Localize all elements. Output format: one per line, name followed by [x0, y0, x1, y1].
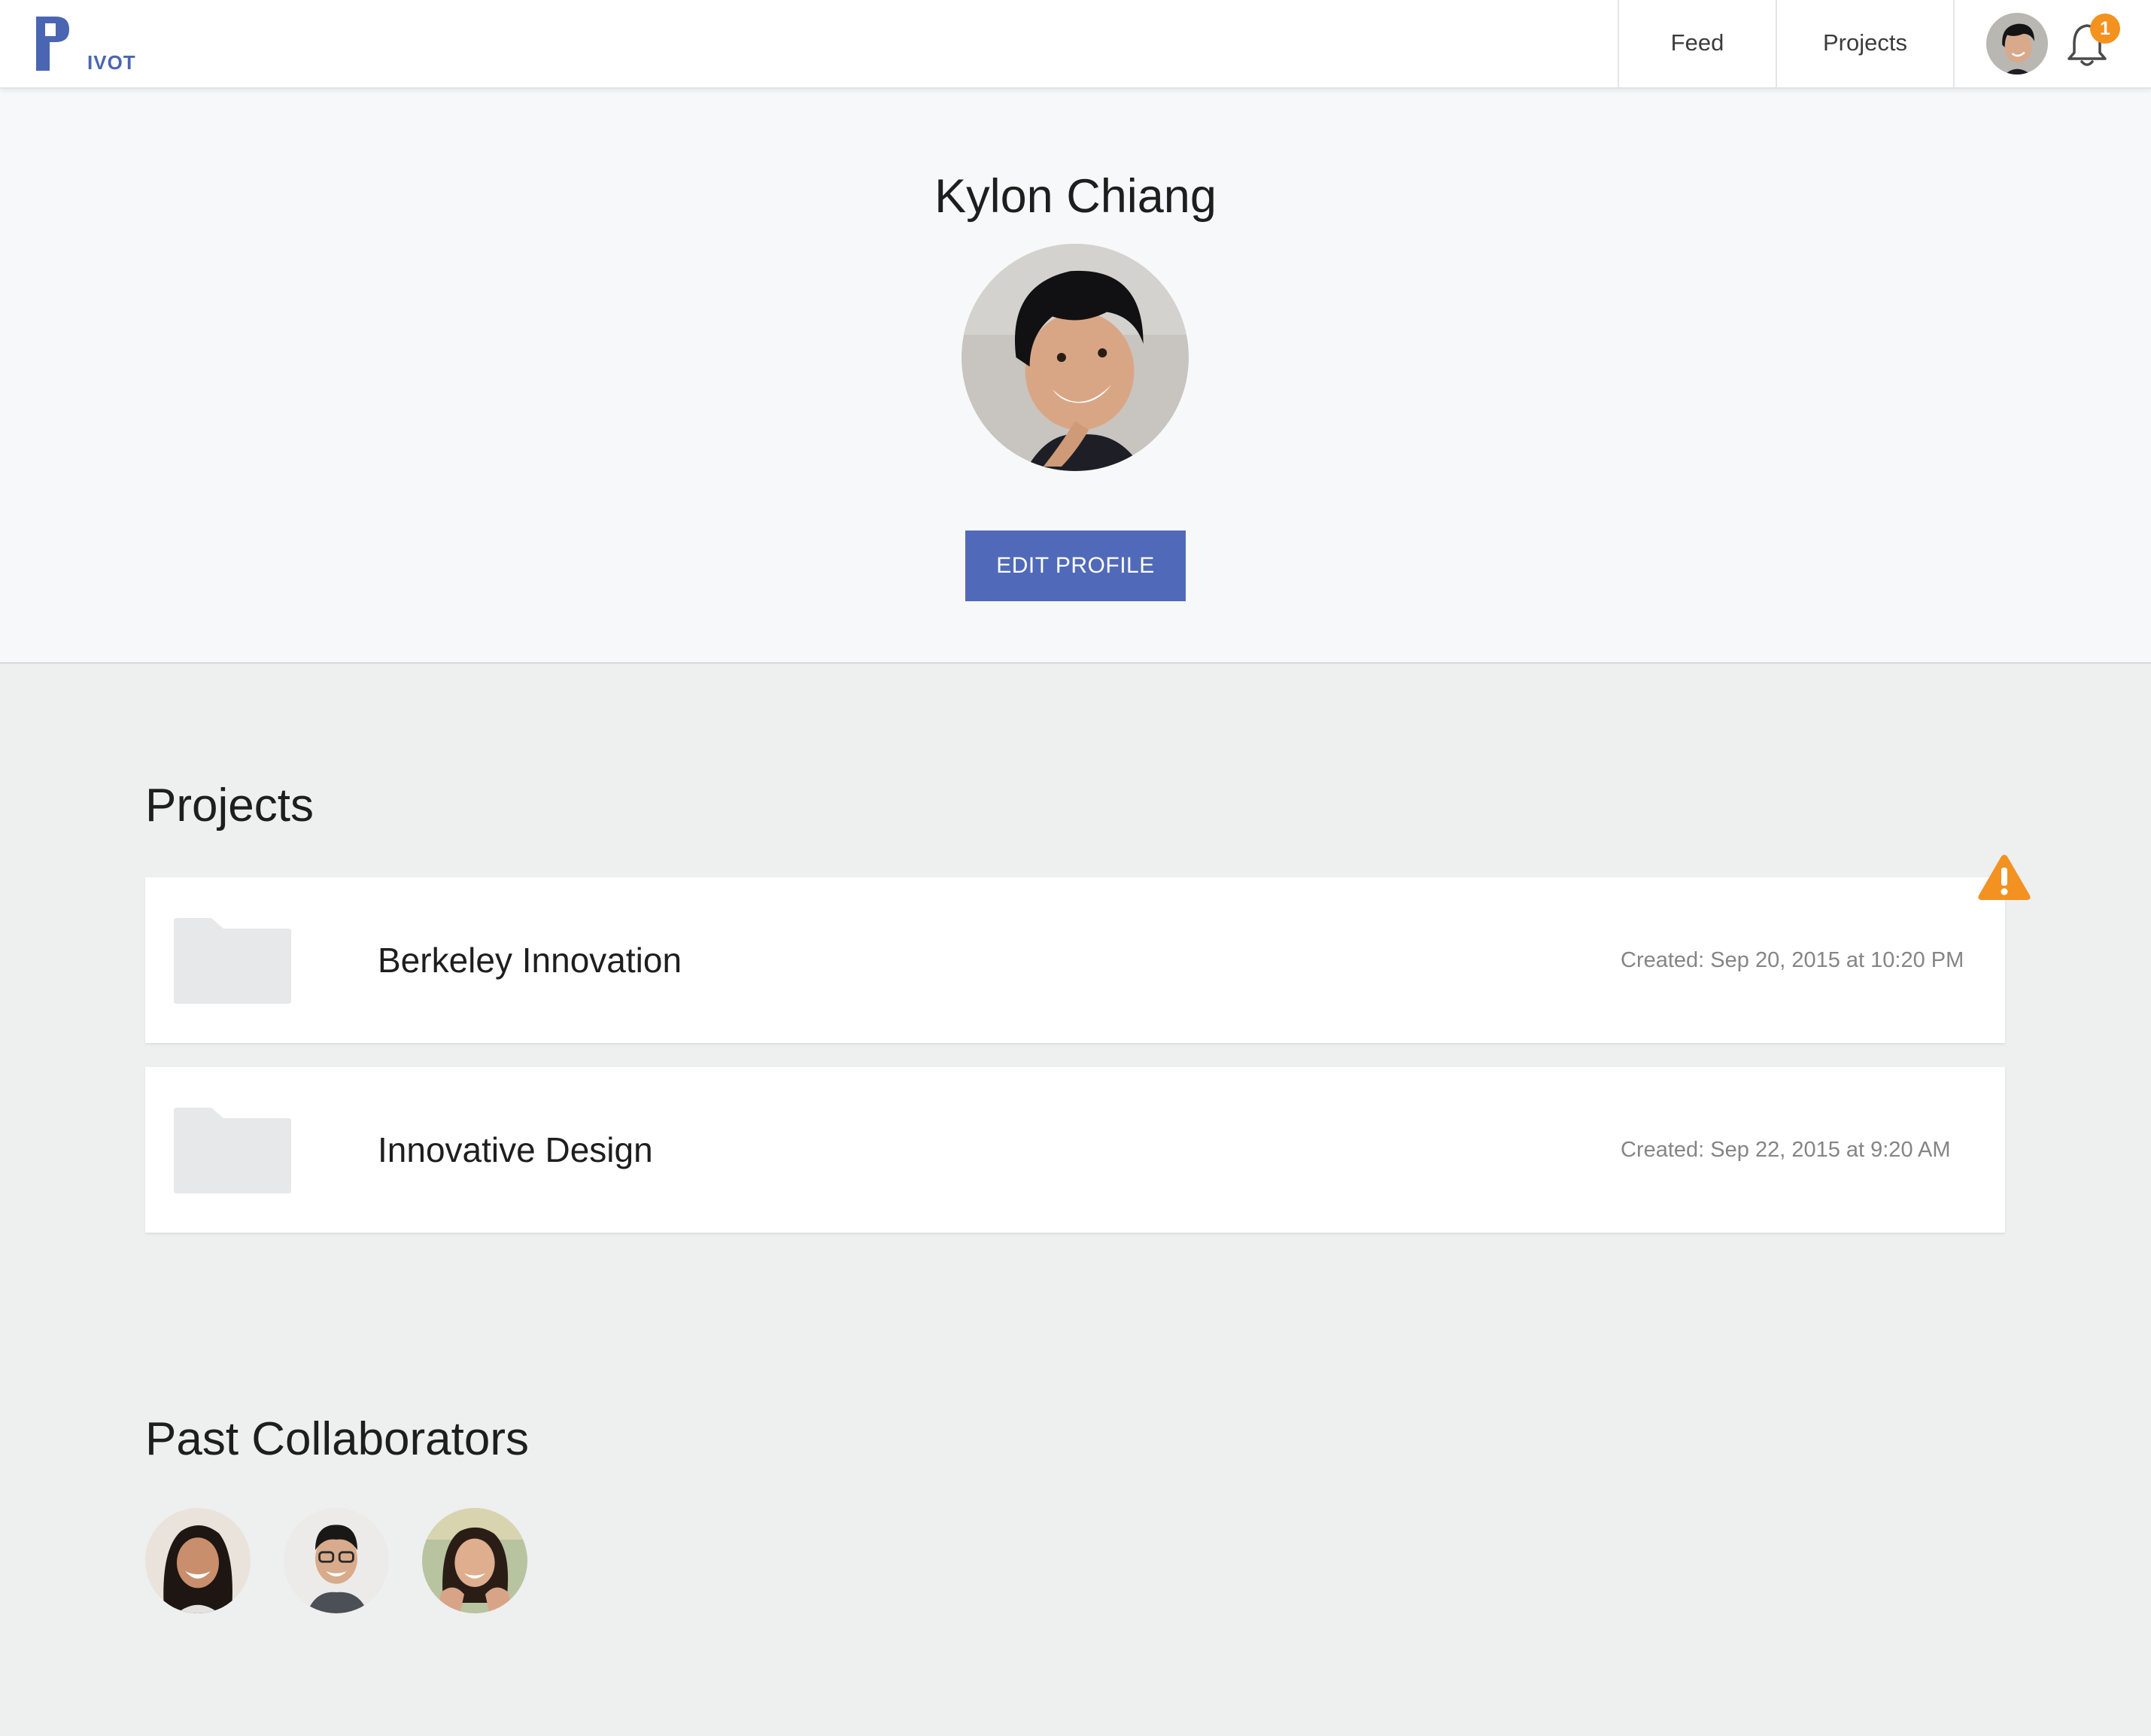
profile-name: Kylon Chiang [934, 170, 1217, 223]
user-avatar[interactable] [1986, 13, 2048, 74]
project-card-berkeley-innovation[interactable]: Berkeley Innovation Created: Sep 20, 201… [145, 877, 2005, 1043]
projects-section-title: Projects [145, 780, 314, 832]
collaborator-avatar-image [284, 1508, 389, 1613]
notification-count-badge: 1 [2090, 14, 2120, 44]
user-avatar-image [1986, 13, 2048, 74]
project-card-innovative-design[interactable]: Innovative Design Created: Sep 22, 2015 … [145, 1067, 2005, 1233]
nav-feed-link[interactable]: Feed [1619, 0, 1776, 87]
profile-avatar [962, 244, 1189, 471]
collaborator-avatar[interactable] [145, 1508, 251, 1613]
collaborator-avatar-image [145, 1508, 251, 1613]
collaborators-section-title: Past Collaborators [145, 1413, 530, 1465]
project-created-date: Created: Sep 22, 2015 at 9:20 AM [1621, 1138, 1951, 1162]
project-created-date: Created: Sep 20, 2015 at 10:20 PM [1621, 948, 1964, 972]
profile-avatar-image [962, 244, 1189, 471]
edit-profile-button[interactable]: EDIT PROFILE [965, 531, 1186, 601]
profile-header: Kylon Chiang EDIT PROFILE [0, 89, 2151, 664]
collaborator-avatar-image [422, 1508, 527, 1613]
project-name: Innovative Design [378, 1130, 653, 1169]
folder-icon [174, 918, 291, 1004]
logo-wordmark: IVOT [87, 51, 136, 74]
collaborator-avatar[interactable] [284, 1508, 389, 1613]
collaborator-avatar[interactable] [422, 1508, 527, 1613]
warning-icon[interactable] [1976, 853, 2032, 902]
top-navbar: IVOT Feed Projects 1 [0, 0, 2151, 89]
pivot-logo[interactable]: IVOT [35, 17, 135, 74]
nav-projects-link[interactable]: Projects [1777, 0, 1953, 87]
folder-icon [174, 1108, 291, 1193]
nav-divider [1953, 0, 1955, 87]
project-name: Berkeley Innovation [378, 941, 682, 980]
